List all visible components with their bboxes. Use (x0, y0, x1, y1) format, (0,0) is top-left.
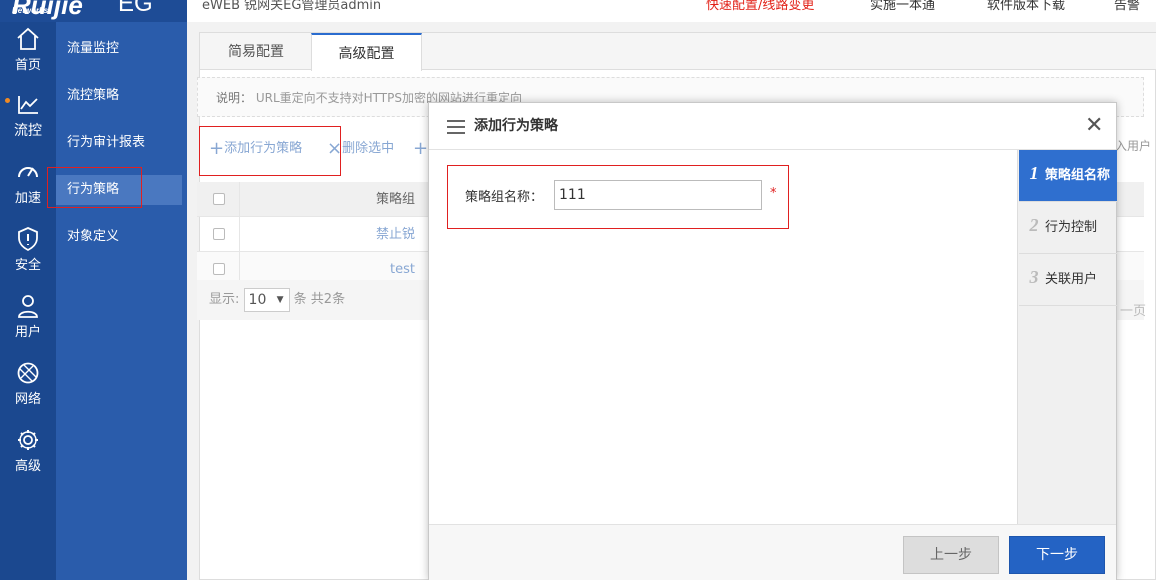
nav-flow-control[interactable]: 流控 (0, 88, 56, 150)
select-all-checkbox[interactable] (213, 193, 225, 205)
nav-home[interactable]: 首页 (0, 22, 56, 84)
dialog-header: 添加行为策略 ✕ (429, 103, 1116, 150)
next-page-link[interactable]: 一页 (1120, 300, 1146, 319)
next-step-button[interactable]: 下一步 (1009, 536, 1105, 574)
close-icon[interactable]: ✕ (1085, 115, 1103, 137)
tab-simple-config[interactable]: 简易配置 (200, 33, 312, 70)
subnav-traffic-monitor[interactable]: 流量监控 (56, 34, 182, 64)
plus-icon: + (209, 138, 225, 159)
step-policy-name[interactable]: 1 策略组名称 (1019, 150, 1117, 202)
nav-user-label: 用户 (14, 325, 41, 340)
chart-icon (18, 96, 38, 114)
nav-security-label: 安全 (14, 258, 41, 273)
add-policy-button[interactable]: +添加行为策略 (209, 134, 302, 164)
pager-summary: 条 共2条 (293, 292, 346, 307)
policy-name-input[interactable] (554, 180, 762, 210)
quick-config-link[interactable]: 快速配置/线路变更 (706, 0, 814, 13)
sub-nav: 流量监控 流控策略 行为审计报表 行为策略 对象定义 (56, 22, 187, 580)
x-icon: × (327, 138, 343, 159)
delete-selected-button[interactable]: ×删除选中 (327, 134, 394, 164)
app-title: eWEB 锐网关EG管理员admin (202, 0, 382, 13)
subnav-highlight-box (47, 167, 142, 208)
shield-icon (18, 227, 38, 252)
subnav-object-definition[interactable]: 对象定义 (56, 222, 182, 252)
config-tabs: 简易配置 高级配置 (200, 33, 1156, 71)
menu-icon (447, 120, 465, 134)
row-checkbox[interactable] (213, 263, 225, 275)
step-behavior-control[interactable]: 2 行为控制 (1019, 202, 1117, 254)
user-icon (18, 295, 38, 318)
required-mark: * (770, 186, 777, 201)
active-dot (5, 98, 10, 103)
step-label: 策略组名称 (1045, 168, 1111, 183)
main-nav-rail: 首页 流控 加速 安全 用户 网络 高级 (0, 22, 56, 580)
policy-name-label: 策略组名称： (465, 190, 544, 205)
step-label: 关联用户 (1045, 272, 1098, 287)
step-number: 2 (1029, 215, 1039, 235)
alarm-link[interactable]: 告警 (1114, 0, 1140, 13)
previous-step-button[interactable]: 上一步 (903, 536, 999, 574)
nav-flow-control-label: 流控 (14, 123, 42, 139)
column-header-policy-group: 策略组 (239, 182, 415, 217)
add-policy-label: 添加行为策略 (224, 141, 303, 156)
nav-network[interactable]: 网络 (0, 356, 56, 418)
top-header: Ruijie EG Networks eWEB 锐网关EG管理员admin 快速… (0, 0, 1156, 22)
nav-advanced[interactable]: 高级 (0, 423, 56, 485)
tab-advanced-config[interactable]: 高级配置 (311, 33, 422, 71)
nav-network-label: 网络 (14, 392, 41, 407)
nav-advanced-label: 高级 (14, 459, 41, 474)
step-number: 3 (1029, 267, 1039, 287)
wizard-steps: 1 策略组名称 2 行为控制 3 关联用户 (1017, 150, 1117, 524)
ruijie-logo: Ruijie EG Networks (0, 0, 187, 22)
logo-product: EG (118, 0, 153, 17)
policy-group-link[interactable]: 禁止锐 (239, 217, 415, 252)
step-associate-users[interactable]: 3 关联用户 (1019, 254, 1117, 306)
step-number: 1 (1029, 163, 1039, 183)
nav-user[interactable]: 用户 (0, 289, 56, 351)
dialog-footer: 上一步 下一步 (429, 524, 1116, 580)
gear-icon (18, 430, 38, 450)
policy-name-field-highlight: 策略组名称： * (447, 165, 789, 229)
pager-show-label: 显示: (209, 292, 240, 307)
plus-icon: + (413, 138, 429, 159)
nav-home-label: 首页 (14, 58, 41, 73)
logo-subtitle: Networks (12, 6, 49, 15)
notice-label: 说明： (216, 91, 253, 105)
speedometer-icon (18, 167, 38, 178)
globe-icon (17, 362, 39, 384)
page-size-select[interactable]: 10 ▼ (243, 287, 290, 312)
software-download-link[interactable]: 软件版本下载 (987, 0, 1065, 13)
delete-selected-label: 删除选中 (342, 141, 395, 156)
step-label: 行为控制 (1045, 220, 1098, 235)
implementation-guide-link[interactable]: 实施一本通 (870, 0, 935, 13)
page-size-value: 10 (248, 291, 267, 308)
more-action-button[interactable]: + (413, 134, 428, 164)
nav-security[interactable]: 安全 (0, 222, 56, 284)
subnav-flow-policy[interactable]: 流控策略 (56, 81, 182, 111)
dialog-title: 添加行为策略 (474, 118, 558, 134)
home-icon (17, 27, 39, 50)
add-policy-dialog: 添加行为策略 ✕ 策略组名称： * 1 策略组名称 2 行为控制 3 关联用户 上一步… (428, 102, 1117, 580)
chevron-down-icon: ▼ (276, 294, 284, 305)
subnav-audit-report[interactable]: 行为审计报表 (56, 128, 182, 158)
row-checkbox[interactable] (213, 228, 225, 240)
